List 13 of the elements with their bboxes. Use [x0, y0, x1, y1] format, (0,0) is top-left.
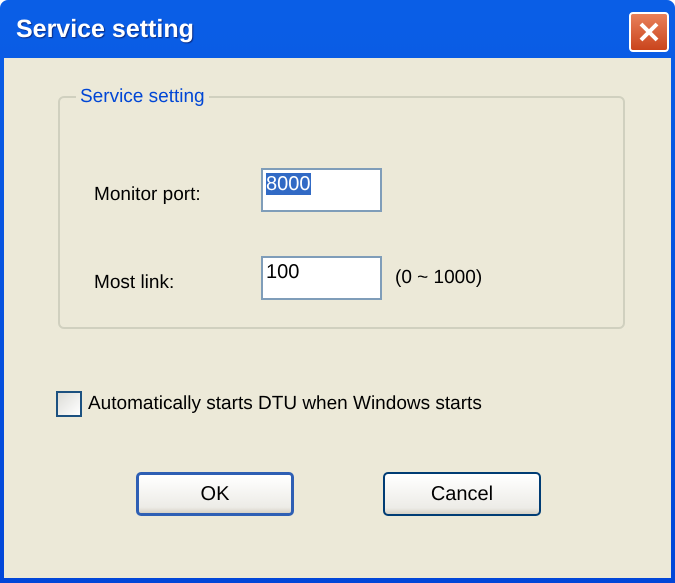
- field-label: Monitor port:: [94, 183, 202, 206]
- default-button[interactable]: OK: [136, 472, 294, 516]
- range-hint: (0 ~ 1000): [395, 267, 482, 289]
- group-title: Service setting: [79, 86, 206, 108]
- close-button[interactable]: [629, 12, 669, 52]
- window-title: Service setting: [16, 14, 194, 44]
- close-icon: [638, 21, 660, 43]
- dialog-button[interactable]: Cancel: [383, 472, 541, 516]
- field-label: Most link:: [94, 271, 176, 294]
- input-field[interactable]: 100: [261, 256, 382, 300]
- checkbox-label: Automatically starts DTU when Windows starts: [88, 393, 482, 415]
- input-field[interactable]: 8000: [261, 168, 382, 212]
- checkbox[interactable]: [56, 391, 82, 417]
